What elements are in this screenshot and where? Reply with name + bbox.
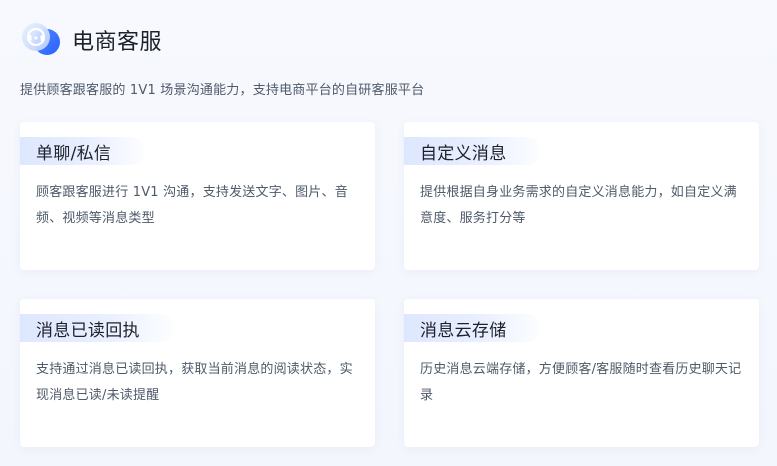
- page-header: 电商客服: [20, 20, 162, 60]
- customer-service-cloud-icon: [20, 20, 64, 60]
- feature-card-description: 支持通过消息已读回执，获取当前消息的阅读状态，实现消息已读/未读提醒: [36, 362, 353, 403]
- feature-card-description: 顾客跟客服进行 1V1 沟通，支持发送文字、图片、音频、视频等消息类型: [36, 185, 348, 226]
- page-subtitle: 提供顾客跟客服的 1V1 场景沟通能力，支持电商平台的自研客服平台: [20, 83, 425, 98]
- feature-card-title-pill: 消息已读回执: [20, 314, 174, 342]
- feature-card-read-receipt: 消息已读回执 支持通过消息已读回执，获取当前消息的阅读状态，实现消息已读/未读提…: [20, 299, 375, 447]
- feature-card-title-pill: 自定义消息: [404, 137, 541, 165]
- feature-card-cloud-storage: 消息云存储 历史消息云端存储，方便顾客/客服随时查看历史聊天记录: [404, 299, 759, 447]
- feature-card-title: 自定义消息: [420, 143, 507, 164]
- feature-card-title: 单聊/私信: [36, 143, 112, 164]
- feature-card-description: 提供根据自身业务需求的自定义消息能力，如自定义满意度、服务打分等: [420, 185, 737, 226]
- feature-card-title-pill: 消息云存储: [404, 314, 541, 342]
- feature-card-private-chat: 单聊/私信 顾客跟客服进行 1V1 沟通，支持发送文字、图片、音频、视频等消息类…: [20, 122, 375, 270]
- feature-card-title: 消息云存储: [420, 320, 507, 341]
- feature-card-custom-message: 自定义消息 提供根据自身业务需求的自定义消息能力，如自定义满意度、服务打分等: [404, 122, 759, 270]
- feature-card-description: 历史消息云端存储，方便顾客/客服随时查看历史聊天记录: [420, 362, 742, 403]
- feature-card-title-pill: 单聊/私信: [20, 137, 146, 165]
- feature-card-title: 消息已读回执: [36, 320, 140, 341]
- page-title: 电商客服: [72, 30, 163, 55]
